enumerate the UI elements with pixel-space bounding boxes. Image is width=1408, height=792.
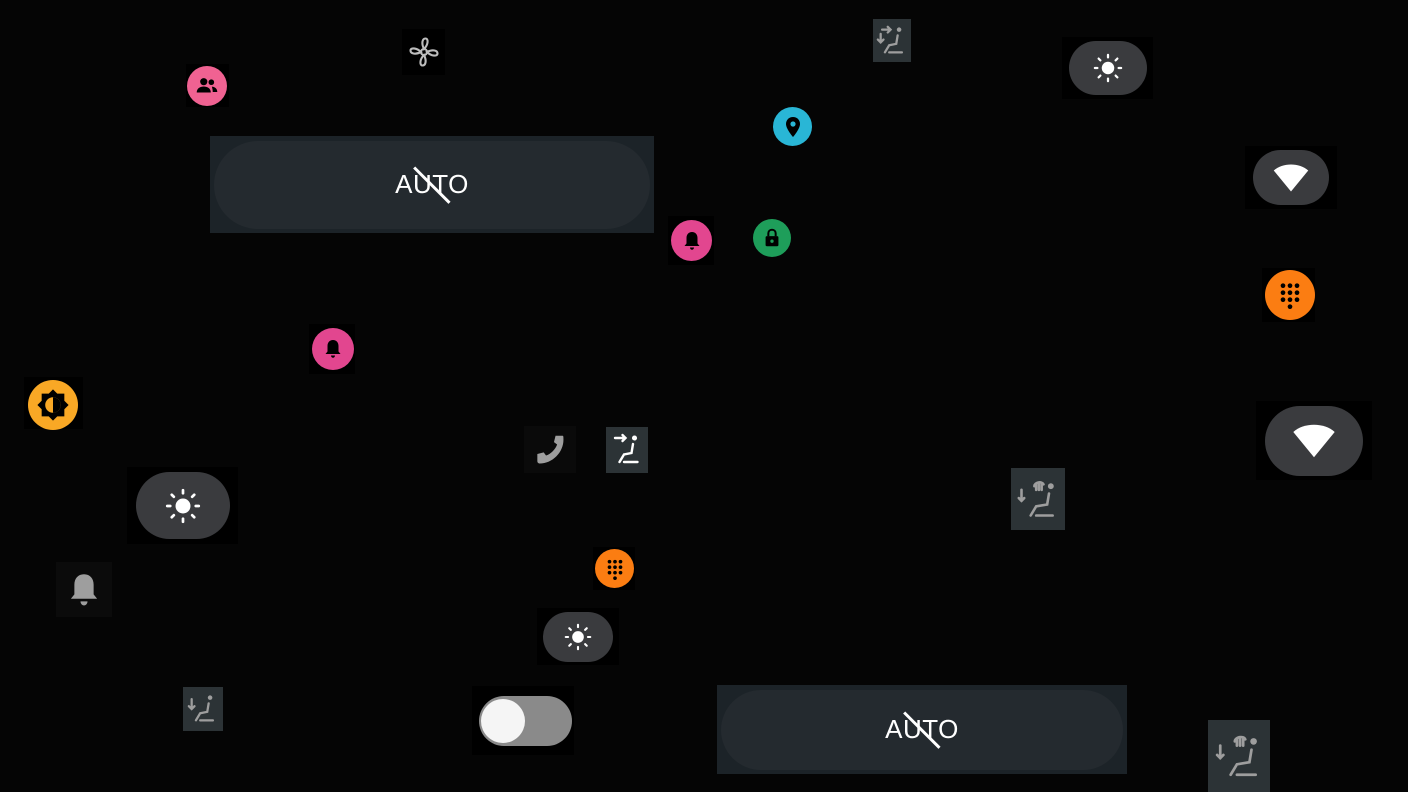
brightness-auto-button[interactable] [24,377,83,430]
wifi-icon [1273,163,1309,193]
brightness-button-left[interactable] [127,467,238,544]
brightness-button-bottom[interactable] [537,608,619,665]
bell-icon [63,569,105,611]
toggle-thumb [481,699,525,743]
brightness-icon [1093,53,1123,83]
dialpad-icon [1276,281,1304,309]
auto-button-bottom[interactable]: AUTO [717,685,1127,774]
seat-heat-icon [186,692,220,726]
seat-recline-icon [609,432,645,468]
dialpad-icon [604,558,626,580]
bell-icon [321,337,345,361]
brightness-auto-icon [36,388,70,422]
brightness-button-top[interactable] [1062,37,1153,99]
people-button[interactable] [186,64,229,107]
seat-heat-button-top[interactable] [873,19,911,62]
notification-button-muted[interactable] [56,562,112,617]
lock-button[interactable] [753,219,791,257]
location-button[interactable] [773,107,812,146]
lock-icon [761,227,783,249]
dialpad-button-right[interactable] [1262,268,1315,322]
wifi-icon [1292,423,1336,459]
wifi-button-top[interactable] [1245,146,1337,209]
brightness-icon [564,623,592,651]
seat-recline-button[interactable] [606,427,648,473]
dialpad-button-center[interactable] [593,547,635,590]
bell-icon [680,229,704,253]
phone-button[interactable] [524,426,576,473]
fan-button[interactable] [402,29,445,75]
seat-heat-icon [875,24,909,58]
seat-warmer-button-bottom[interactable] [1208,720,1270,792]
seat-warmer-icon [1016,477,1060,521]
people-icon [194,73,220,99]
location-pin-icon [781,115,805,139]
brightness-icon [165,488,201,524]
wifi-button-large[interactable] [1256,401,1372,480]
seat-heat-button-bottom[interactable] [183,687,223,731]
notification-button-center[interactable] [668,216,714,265]
auto-button-top[interactable]: AUTO [210,136,654,233]
seat-warmer-button[interactable] [1011,468,1065,530]
fan-icon [406,34,442,70]
toggle-switch[interactable] [472,686,574,755]
seat-warmer-icon [1214,731,1264,781]
phone-icon [531,431,569,469]
notification-button-left[interactable] [309,324,355,374]
